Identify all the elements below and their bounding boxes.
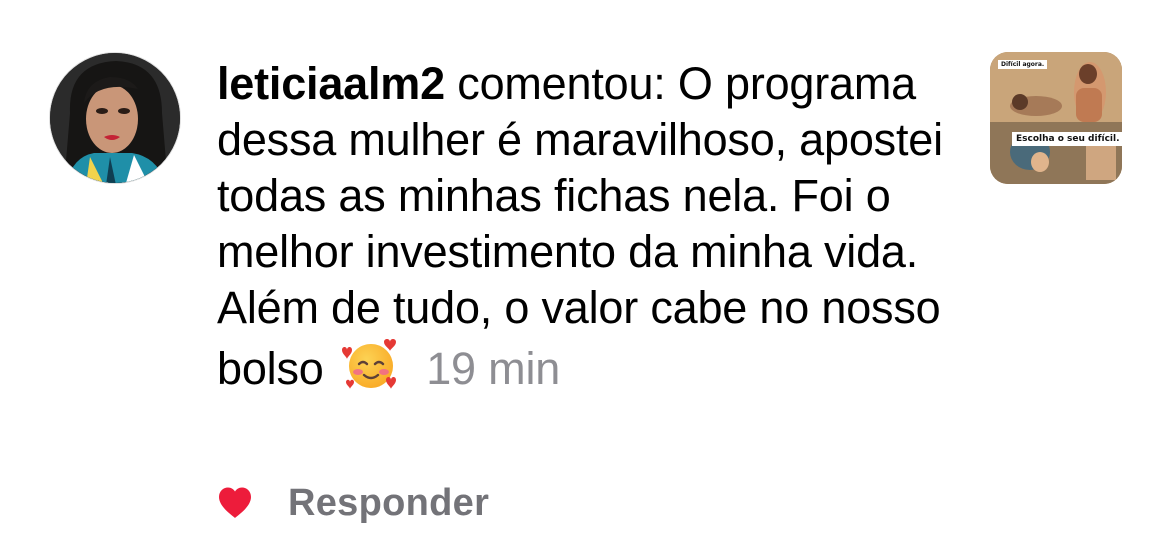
comment-body: leticiaalm2 comentou: O programa dessa m… (217, 56, 947, 397)
avatar-photo (50, 53, 180, 183)
post-thumbnail-image (990, 52, 1122, 184)
comment-actions: Responder (217, 478, 489, 528)
comment-timestamp: 19 min (426, 343, 561, 394)
thumbnail-corner-text: Difícil agora. (998, 60, 1048, 69)
heart-filled-icon[interactable] (217, 486, 253, 520)
avatar[interactable] (49, 52, 181, 184)
reply-button[interactable]: Responder (288, 482, 489, 525)
comment-username[interactable]: leticiaalm2 (217, 58, 445, 109)
comment-row: leticiaalm2 comentou: O programa dessa m… (0, 0, 1170, 548)
thumbnail-caption: Escolha o seu difícil. (1012, 132, 1122, 146)
post-thumbnail[interactable]: Difícil agora. Escolha o seu difícil. (990, 52, 1122, 184)
smiling-face-with-hearts-icon (341, 336, 400, 394)
